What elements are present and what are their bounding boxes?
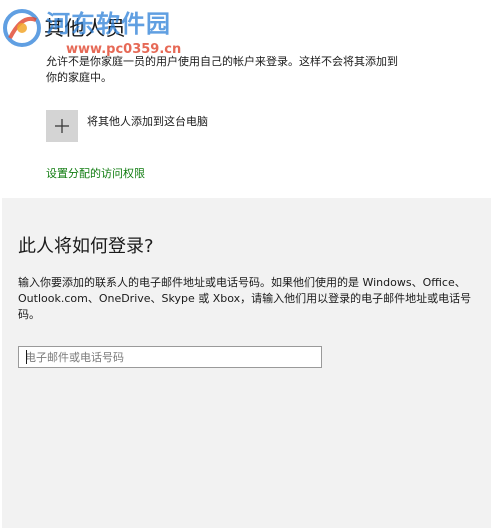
dialog-description: 输入你要添加的联系人的电子邮件地址或电话号码。如果他们使用的是 Windows、…: [18, 276, 472, 321]
account-dialog: 此人将如何登录? 输入你要添加的联系人的电子邮件地址或电话号码。如果他们使用的是…: [2, 198, 491, 528]
plus-icon: [55, 119, 69, 133]
text-caret: [26, 350, 27, 364]
plus-tile: [46, 110, 78, 142]
page: 其他人员 允许不是你家庭一员的用户使用自己的帐户来登录。这样不会将其添加到你的家…: [0, 0, 494, 528]
other-users-section: 其他人员 允许不是你家庭一员的用户使用自己的帐户来登录。这样不会将其添加到你的家…: [0, 0, 494, 196]
add-other-user-button[interactable]: 将其他人添加到这台电脑: [46, 110, 208, 144]
section-description: 允许不是你家庭一员的用户使用自己的帐户来登录。这样不会将其添加到你的家庭中。: [46, 55, 398, 84]
section-title: 其他人员: [44, 16, 126, 40]
assigned-access-link[interactable]: 设置分配的访问权限: [46, 165, 145, 181]
dialog-title: 此人将如何登录?: [18, 236, 154, 257]
add-other-user-label: 将其他人添加到这台电脑: [87, 115, 208, 128]
email-or-phone-input[interactable]: [18, 346, 322, 368]
